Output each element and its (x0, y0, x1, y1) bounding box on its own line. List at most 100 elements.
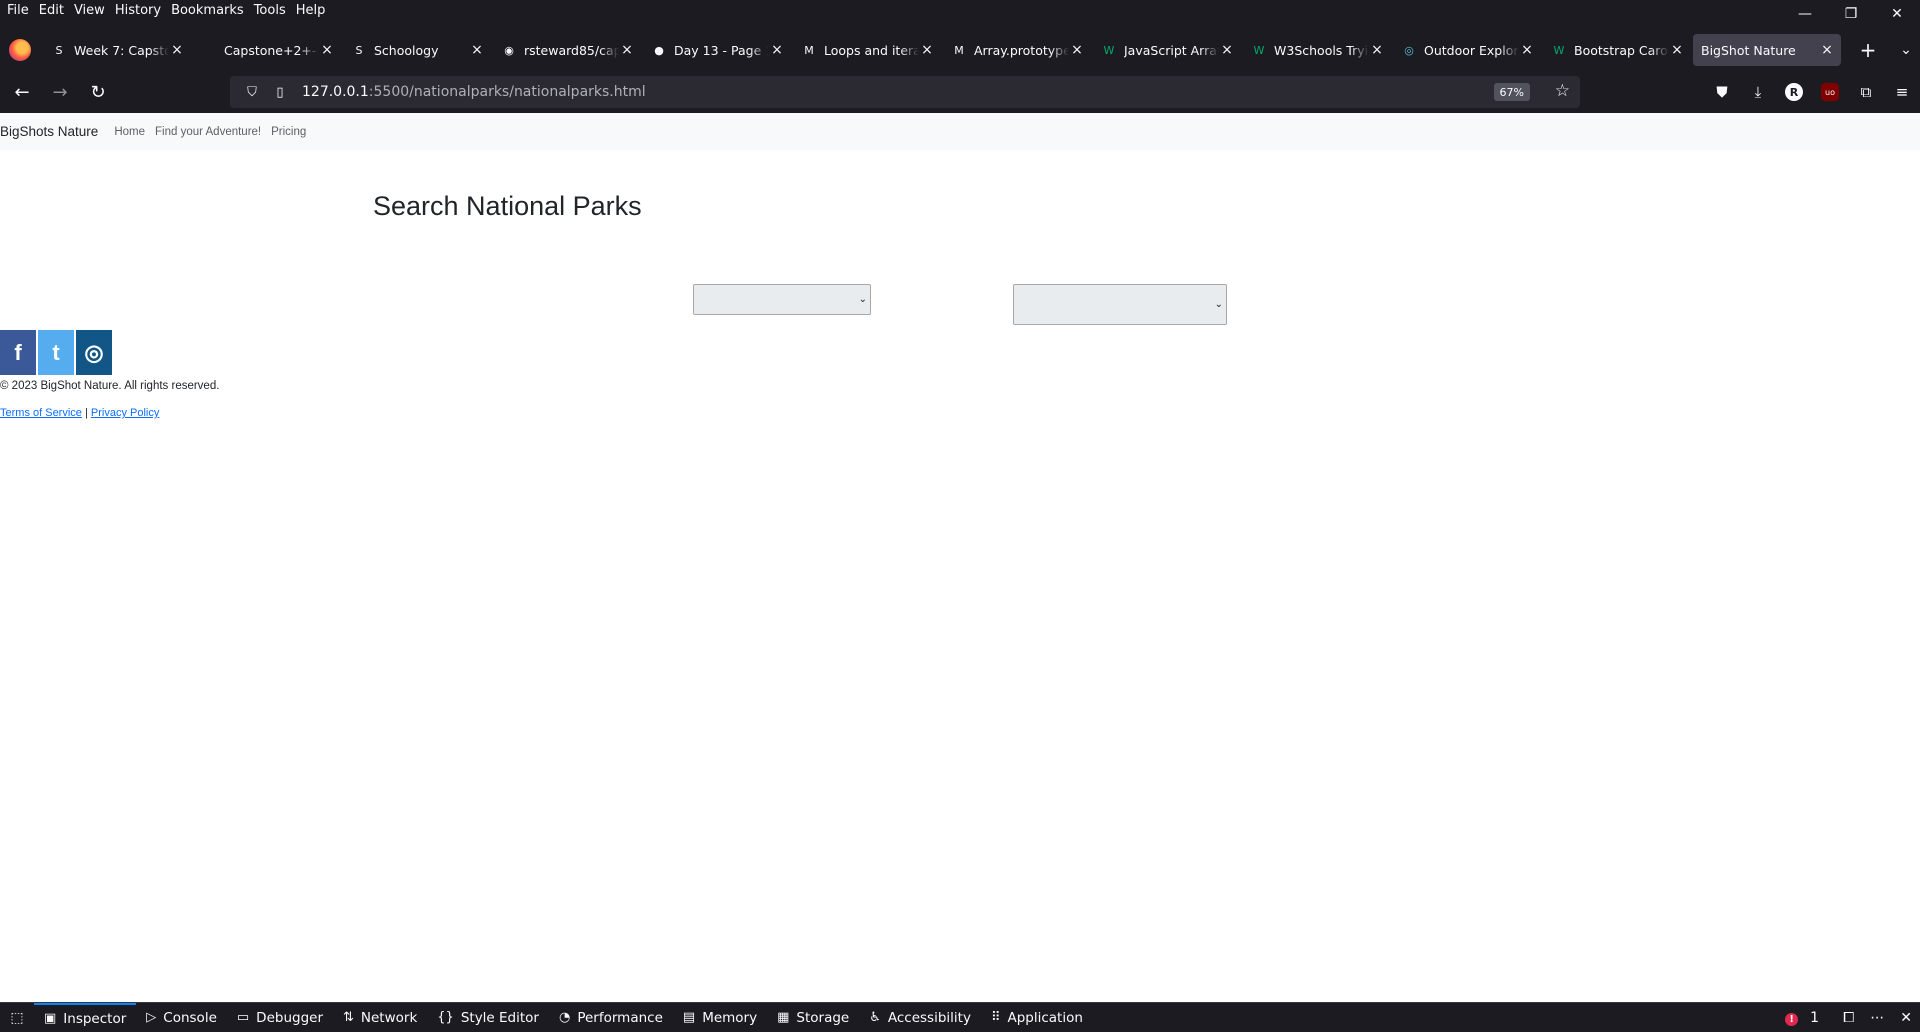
devtools-tab-inspector[interactable]: ▣ Inspector (34, 1002, 137, 1032)
site-navbar: BigShots Nature Home Find your Adventure… (0, 113, 1920, 150)
dock-side-icon[interactable]: ⧠ (1835, 1010, 1862, 1026)
more-options-icon[interactable]: ⋯ (1862, 1010, 1892, 1026)
facebook-icon[interactable]: f (0, 330, 36, 375)
devtools-tab-label: Network (360, 1009, 418, 1026)
nav-pricing[interactable]: Pricing (271, 126, 306, 138)
devtools-tab-label: Application (1007, 1009, 1083, 1026)
mdn-icon: M (804, 43, 814, 57)
network-icon: ⇅ (343, 1010, 354, 1025)
tab-label: Loops and iteratio (824, 42, 919, 58)
menu-view[interactable]: View (69, 3, 110, 18)
close-tab-icon[interactable]: × (1069, 42, 1085, 58)
close-tab-icon[interactable]: × (1669, 42, 1685, 58)
tab-day13[interactable]: ● Day 13 - Page 14× (643, 34, 791, 66)
bookmark-star-icon[interactable]: ☆ (1555, 81, 1570, 101)
devtools-tab-application[interactable]: ⠿ Application (981, 1003, 1093, 1032)
devtools-tab-network[interactable]: ⇅ Network (333, 1003, 427, 1032)
debugger-icon: ▭ (236, 1010, 250, 1025)
tab-label: Capstone+2+-+JavaS (224, 42, 319, 58)
tab-github[interactable]: ◉ rsteward85/capst× (493, 34, 641, 66)
menu-history[interactable]: History (110, 3, 166, 18)
close-tab-icon[interactable]: × (1519, 42, 1535, 58)
nav-home[interactable]: Home (114, 126, 145, 138)
chevron-down-icon[interactable]: ⌄ (1891, 35, 1920, 65)
tab-js-array[interactable]: W JavaScript Array f× (1093, 34, 1241, 66)
close-tab-icon[interactable]: × (769, 42, 785, 58)
menu-bookmarks[interactable]: Bookmarks (166, 3, 249, 18)
reload-icon[interactable]: ↻ (82, 76, 114, 108)
extensions-icon[interactable]: ⧉ (1848, 76, 1884, 108)
devtools-tab-memory[interactable]: ▤ Memory (673, 1003, 767, 1032)
devtools-tab-debugger[interactable]: ▭ Debugger (227, 1003, 333, 1032)
error-count-badge[interactable]: ! 1 (1777, 1010, 1835, 1026)
page-viewport: BigShots Nature Home Find your Adventure… (0, 113, 1920, 1002)
tab-bigshot-nature[interactable]: BigShot Nature × (1693, 34, 1841, 66)
back-icon[interactable]: ← (6, 76, 38, 108)
close-tab-icon[interactable]: × (1819, 42, 1835, 58)
devtools-tab-storage[interactable]: ▦ Storage (767, 1003, 859, 1032)
account-avatar-icon[interactable]: R (1785, 83, 1803, 101)
minimize-icon[interactable]: — (1782, 0, 1828, 28)
tab-w3schools-tryit[interactable]: W W3Schools Tryit E× (1243, 34, 1391, 66)
social-links: f t ◎ (0, 330, 114, 375)
close-tab-icon[interactable]: × (619, 42, 635, 58)
zoom-badge[interactable]: 67% (1493, 83, 1530, 101)
tab-array-prototype[interactable]: M Array.prototype.f × (943, 34, 1091, 66)
close-devtools-icon[interactable]: ✕ (1892, 1010, 1920, 1026)
park-filter-select-1[interactable]: ⌄ (693, 284, 871, 315)
error-count: 1 (1810, 1010, 1820, 1026)
ublock-icon[interactable]: uo (1821, 83, 1839, 101)
firefox-icon (9, 39, 31, 61)
devtools-tab-console[interactable]: ▷ Console (136, 1003, 227, 1032)
menu-edit[interactable]: Edit (34, 3, 69, 18)
accessibility-icon: ♿ (869, 1010, 881, 1025)
instagram-icon[interactable]: ◎ (76, 330, 112, 375)
tab-capstone[interactable]: Capstone+2+-+JavaS× (193, 34, 341, 66)
document-icon (201, 42, 217, 58)
tab-schoology[interactable]: S Schoology × (343, 34, 491, 66)
close-tab-icon[interactable]: × (469, 42, 485, 58)
restore-icon[interactable]: ❐ (1828, 0, 1874, 28)
close-tab-icon[interactable]: × (919, 42, 935, 58)
menu-file[interactable]: File (0, 3, 34, 18)
url-bar[interactable]: ⛉ ▯ 127.0.0.1:5500/nationalparks/nationa… (230, 76, 1580, 108)
site-brand[interactable]: BigShots Nature (0, 124, 98, 139)
download-icon[interactable]: ⤓ (1740, 76, 1776, 108)
forward-icon[interactable]: → (44, 76, 76, 108)
error-icon: ! (1785, 1013, 1799, 1026)
devtools-tab-label: Performance (577, 1009, 663, 1026)
new-tab-icon[interactable]: + (1853, 35, 1883, 65)
menu-tools[interactable]: Tools (249, 3, 291, 18)
window-controls: — ❐ ✕ (1782, 0, 1920, 28)
browser-chrome: File Edit View History Bookmarks Tools H… (0, 0, 1920, 113)
devtools-tab-performance[interactable]: ◔ Performance (549, 1003, 673, 1032)
tab-label: Day 13 - Page 14 (674, 42, 769, 58)
tab-outdoor-explorer[interactable]: ◎ Outdoor Explorer× (1393, 34, 1541, 66)
close-window-icon[interactable]: ✕ (1874, 0, 1920, 28)
devtools-tab-style-editor[interactable]: {} Style Editor (427, 1003, 549, 1032)
privacy-policy-link[interactable]: Privacy Policy (91, 407, 159, 419)
twitter-icon[interactable]: t (38, 330, 74, 375)
devtools-tab-label: Memory (702, 1009, 758, 1026)
element-picker-icon[interactable]: ⬚ (0, 1003, 34, 1032)
url-host: 127.0.0.1 (302, 84, 369, 100)
pocket-icon[interactable]: ⛊ (1704, 76, 1740, 108)
hamburger-menu-icon[interactable]: ≡ (1884, 76, 1920, 108)
page-info-icon[interactable]: ▯ (270, 85, 290, 100)
close-tab-icon[interactable]: × (1219, 42, 1235, 58)
close-tab-icon[interactable]: × (319, 42, 335, 58)
close-tab-icon[interactable]: × (1369, 42, 1385, 58)
shield-icon[interactable]: ⛉ (242, 85, 262, 100)
tab-bootstrap-carousel[interactable]: W Bootstrap Carous× (1543, 34, 1691, 66)
legal-separator: | (84, 407, 88, 419)
menu-help[interactable]: Help (291, 3, 331, 18)
park-filter-select-2[interactable]: ⌄ (1013, 284, 1227, 325)
terms-of-service-link[interactable]: Terms of Service (0, 407, 82, 419)
url-text[interactable]: 127.0.0.1:5500/nationalparks/nationalpar… (302, 84, 646, 100)
nav-find-adventure[interactable]: Find your Adventure! (155, 126, 261, 138)
devtools-tab-accessibility[interactable]: ♿ Accessibility (859, 1003, 981, 1032)
tab-loops[interactable]: M Loops and iteratio× (793, 34, 941, 66)
devtools-tab-label: Style Editor (460, 1009, 539, 1026)
close-tab-icon[interactable]: × (169, 42, 185, 58)
tab-week7[interactable]: S Week 7: Capstone× (43, 34, 191, 66)
